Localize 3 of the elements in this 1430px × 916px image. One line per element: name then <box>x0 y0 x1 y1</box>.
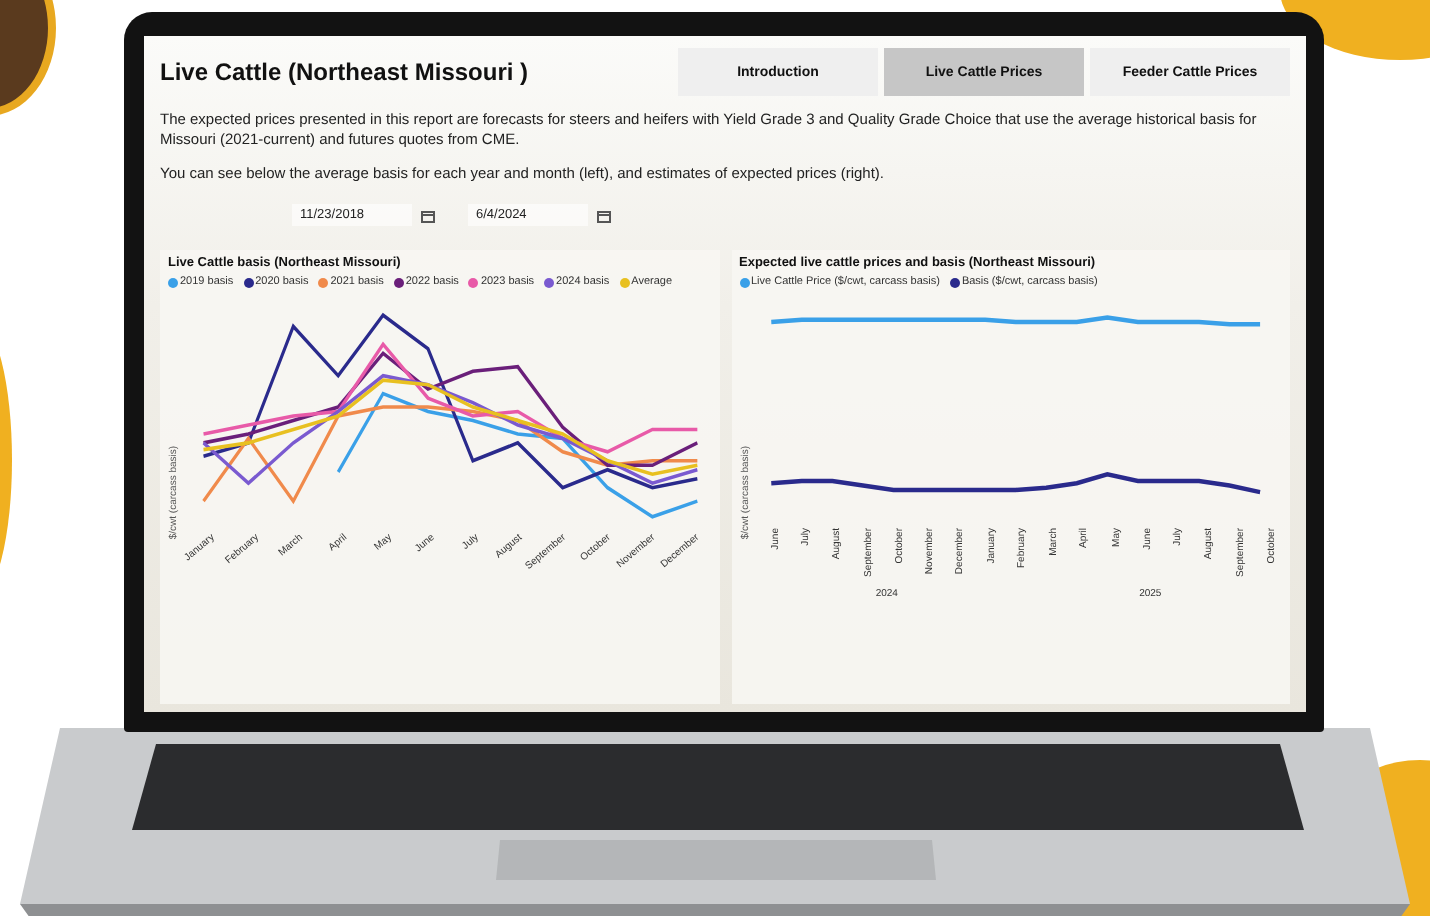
calendar-icon[interactable] <box>596 207 612 224</box>
report-title: Live Cattle (Northeast Missouri ) <box>160 58 529 86</box>
calendar-icon[interactable] <box>420 207 436 224</box>
